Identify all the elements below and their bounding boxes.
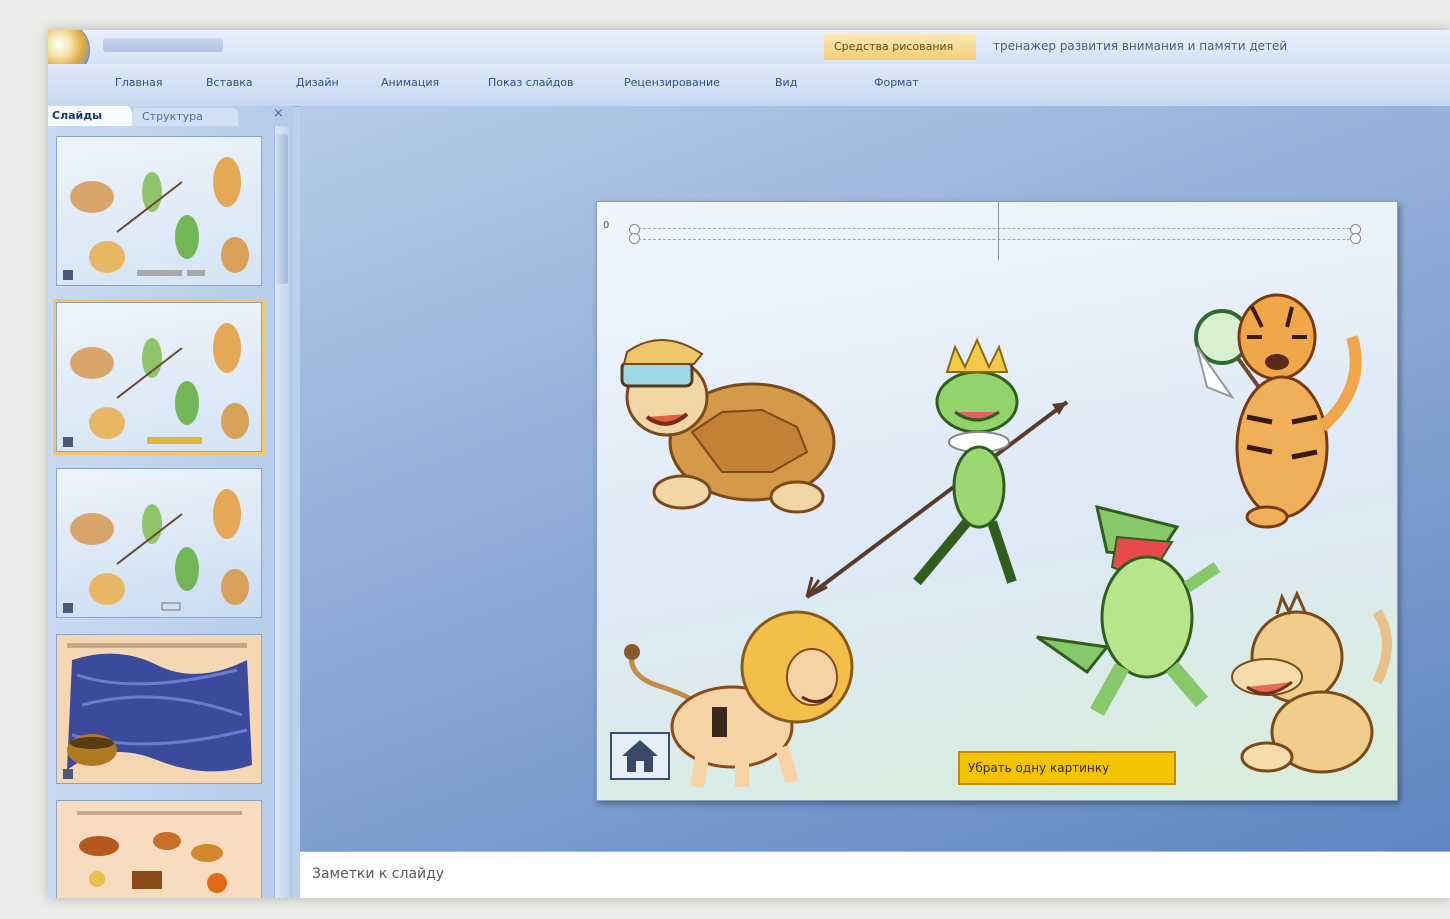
- slide-thumbnail-2[interactable]: [56, 302, 262, 452]
- slide-editing-area: 0 Убрать одну картинку: [300, 106, 1450, 851]
- screenshot-frame: Средства рисования тренажер развития вни…: [0, 0, 1450, 919]
- drawing-tools-context-tab[interactable]: Средства рисования: [824, 34, 976, 60]
- monkey-image[interactable]: [1227, 582, 1397, 782]
- selected-line-shape[interactable]: [633, 228, 1355, 240]
- resize-handle[interactable]: [1350, 233, 1361, 244]
- tab-home[interactable]: Главная: [115, 76, 163, 89]
- slide-marker-icon: [63, 270, 73, 280]
- slide-thumbnail-4[interactable]: [56, 634, 262, 784]
- home-icon: [622, 740, 658, 772]
- document-title: тренажер развития внимания и памяти дете…: [993, 39, 1288, 53]
- notes-placeholder: Заметки к слайду: [312, 866, 445, 882]
- quick-access-toolbar[interactable]: [103, 38, 223, 52]
- tab-animation[interactable]: Анимация: [381, 76, 439, 89]
- slide-marker-icon: [63, 437, 73, 447]
- tab-review[interactable]: Рецензирование: [624, 76, 720, 89]
- slide-thumbnail-3[interactable]: [56, 468, 262, 618]
- tab-slides[interactable]: Слайды: [48, 106, 133, 126]
- anchor-mark: 0: [603, 220, 610, 231]
- current-slide[interactable]: 0 Убрать одну картинку: [596, 201, 1398, 801]
- resize-handle[interactable]: [629, 233, 640, 244]
- thumbnail-art: [70, 323, 249, 444]
- scrollbar-thumb[interactable]: [276, 134, 288, 284]
- tab-outline[interactable]: Структура: [132, 108, 238, 126]
- tab-slideshow[interactable]: Показ слайдов: [488, 76, 574, 89]
- tab-design[interactable]: Дизайн: [296, 76, 339, 89]
- slide-thumbnail-1[interactable]: [56, 136, 262, 286]
- powerpoint-window: Средства рисования тренажер развития вни…: [48, 30, 1450, 898]
- thumbnail-scrollbar[interactable]: [274, 126, 289, 898]
- thumbnail-art: [70, 157, 249, 276]
- close-icon[interactable]: ×: [273, 106, 284, 121]
- thumbnail-art: [70, 489, 249, 611]
- slide-marker-icon: [63, 603, 73, 613]
- rotate-stem: [998, 202, 999, 260]
- drawing-tools-label: Средства рисования: [834, 40, 954, 53]
- remove-one-picture-button[interactable]: Убрать одну картинку: [958, 751, 1176, 785]
- thumbnail-art: [77, 811, 242, 893]
- slides-pane: Слайды Структура ×: [48, 106, 293, 898]
- thumbnail-art: [67, 643, 252, 772]
- ribbon: Главная Вставка Дизайн Анимация Показ сл…: [48, 64, 1450, 107]
- notes-pane[interactable]: Заметки к слайду: [300, 851, 1450, 898]
- tab-view[interactable]: Вид: [775, 76, 797, 89]
- slide-marker-icon: [63, 769, 73, 779]
- crocodile-image[interactable]: [1027, 487, 1227, 727]
- title-bar: Средства рисования тренажер развития вни…: [48, 30, 1450, 78]
- slide-thumbnail-5[interactable]: [56, 800, 262, 898]
- tab-insert[interactable]: Вставка: [206, 76, 253, 89]
- home-button[interactable]: [610, 732, 670, 780]
- rotate-handle[interactable]: [994, 201, 1006, 202]
- tab-format[interactable]: Формат: [874, 76, 919, 89]
